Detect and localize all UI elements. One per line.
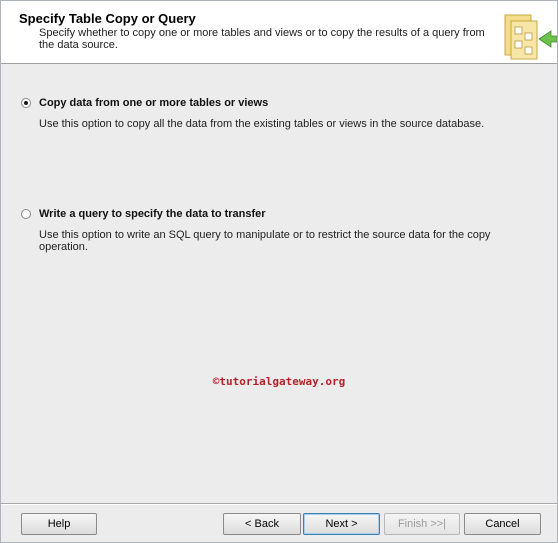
watermark-text: ©tutorialgateway.org <box>212 375 346 388</box>
footer-divider <box>1 503 557 505</box>
copy-tables-description: Use this option to copy all the data fro… <box>39 118 485 130</box>
wizard-folder-icon <box>501 9 558 61</box>
copy-tables-radio[interactable] <box>21 98 31 108</box>
back-button[interactable]: < Back <box>223 513 301 535</box>
page-description: Specify whether to copy one or more tabl… <box>39 27 485 51</box>
finish-button[interactable]: Finish >>| <box>384 513 460 535</box>
next-button[interactable]: Next > <box>303 513 380 535</box>
option-copy-tables: Copy data from one or more tables or vie… <box>21 97 531 130</box>
write-query-label[interactable]: Write a query to specify the data to tra… <box>39 208 266 220</box>
wizard-content: Copy data from one or more tables or vie… <box>1 65 557 501</box>
write-query-radio[interactable] <box>21 209 31 219</box>
help-button[interactable]: Help <box>21 513 97 535</box>
wizard-header: Specify Table Copy or Query Specify whet… <box>1 1 558 64</box>
option-write-query: Write a query to specify the data to tra… <box>21 208 531 253</box>
wizard-window: Specify Table Copy or Query Specify whet… <box>0 0 558 543</box>
copy-tables-label[interactable]: Copy data from one or more tables or vie… <box>39 97 268 109</box>
write-query-description: Use this option to write an SQL query to… <box>39 229 491 253</box>
page-title: Specify Table Copy or Query <box>19 11 196 26</box>
cancel-button[interactable]: Cancel <box>464 513 541 535</box>
